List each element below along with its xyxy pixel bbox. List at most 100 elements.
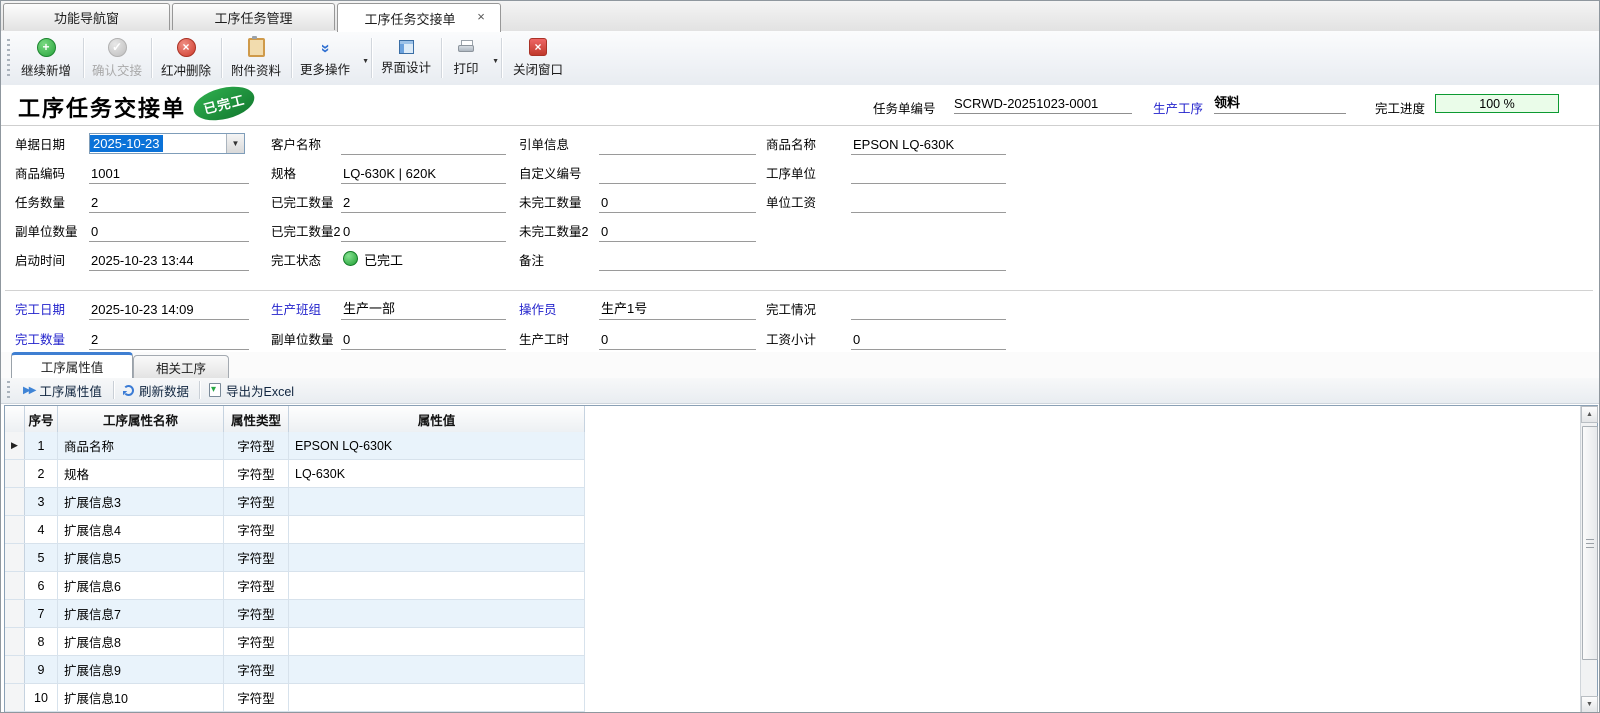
field-value[interactable]: EPSON LQ-630K bbox=[851, 132, 1006, 155]
table-row[interactable]: 5扩展信息5字符型 bbox=[5, 544, 585, 572]
field-value[interactable]: 1001 bbox=[89, 161, 249, 184]
table-cell[interactable]: 字符型 bbox=[224, 656, 289, 683]
table-cell[interactable]: LQ-630K bbox=[289, 460, 585, 487]
field-value[interactable]: 0 bbox=[341, 219, 506, 242]
table-cell[interactable]: 字符型 bbox=[224, 432, 289, 459]
column-header-value[interactable]: 属性值 bbox=[289, 406, 585, 432]
table-cell[interactable]: 字符型 bbox=[224, 488, 289, 515]
table-cell[interactable] bbox=[289, 656, 585, 683]
tab-process-attributes[interactable]: 工序属性值 bbox=[11, 352, 133, 378]
table-cell[interactable]: 扩展信息4 bbox=[58, 516, 224, 543]
table-row[interactable]: 4扩展信息4字符型 bbox=[5, 516, 585, 544]
toolbar-grip[interactable] bbox=[7, 39, 10, 77]
field-value[interactable]: 生产一部 bbox=[341, 297, 506, 320]
table-row[interactable]: 9扩展信息9字符型 bbox=[5, 656, 585, 684]
field-value[interactable]: 2 bbox=[341, 190, 506, 213]
table-cell[interactable]: 字符型 bbox=[224, 516, 289, 543]
process-field[interactable]: 领料 bbox=[1214, 93, 1346, 114]
field-value[interactable]: 2025-10-23 13:44 bbox=[89, 248, 249, 271]
field-link-label[interactable]: 完工日期 bbox=[15, 299, 89, 318]
field-value[interactable]: LQ-630K | 620K bbox=[341, 161, 506, 184]
field-value[interactable] bbox=[851, 190, 1006, 213]
table-row[interactable]: ▶1商品名称字符型EPSON LQ-630K bbox=[5, 432, 585, 460]
field-link-label[interactable]: 操作员 bbox=[519, 299, 599, 318]
table-cell[interactable]: 7 bbox=[25, 600, 58, 627]
table-cell[interactable] bbox=[289, 600, 585, 627]
field-value[interactable]: 2025-10-23 14:09 bbox=[89, 297, 249, 320]
close-window-button[interactable]: × 关闭窗口 bbox=[505, 34, 571, 82]
table-cell[interactable]: 9 bbox=[25, 656, 58, 683]
table-cell[interactable]: 5 bbox=[25, 544, 58, 571]
red-delete-button[interactable]: × 红冲删除 bbox=[153, 34, 219, 82]
tab-task-management[interactable]: 工序任务管理 bbox=[172, 3, 335, 30]
table-cell[interactable]: 10 bbox=[25, 684, 58, 711]
close-icon[interactable]: × bbox=[474, 10, 488, 24]
confirm-handover-button[interactable]: ✓ 确认交接 bbox=[85, 34, 149, 82]
table-cell[interactable] bbox=[289, 684, 585, 711]
table-cell[interactable]: 字符型 bbox=[224, 684, 289, 711]
table-cell[interactable]: 字符型 bbox=[224, 600, 289, 627]
table-row[interactable]: 3扩展信息3字符型 bbox=[5, 488, 585, 516]
vertical-scrollbar[interactable]: ▲ ▼ bbox=[1580, 406, 1597, 713]
field-value[interactable]: 2 bbox=[89, 327, 249, 350]
table-row[interactable]: 7扩展信息7字符型 bbox=[5, 600, 585, 628]
table-cell[interactable]: 3 bbox=[25, 488, 58, 515]
table-cell[interactable]: 扩展信息9 bbox=[58, 656, 224, 683]
more-actions-button[interactable]: » 更多操作 ▼ bbox=[293, 34, 357, 82]
tab-related-processes[interactable]: 相关工序 bbox=[133, 355, 229, 378]
table-cell[interactable]: 扩展信息5 bbox=[58, 544, 224, 571]
print-button[interactable]: 打印 ▼ bbox=[445, 34, 487, 82]
process-link[interactable]: 生产工序 bbox=[1153, 98, 1203, 117]
column-header-type[interactable]: 属性类型 bbox=[224, 406, 289, 432]
table-row[interactable]: 6扩展信息6字符型 bbox=[5, 572, 585, 600]
tab-task-handover[interactable]: 工序任务交接单 × bbox=[337, 3, 501, 32]
table-cell[interactable]: 扩展信息6 bbox=[58, 572, 224, 599]
field-value[interactable] bbox=[341, 132, 506, 155]
field-value[interactable]: 0 bbox=[851, 327, 1006, 350]
table-row[interactable]: 2规格字符型LQ-630K bbox=[5, 460, 585, 488]
refresh-data-button[interactable]: 刷新数据 bbox=[123, 380, 189, 400]
table-cell[interactable]: 2 bbox=[25, 460, 58, 487]
table-cell[interactable]: 扩展信息3 bbox=[58, 488, 224, 515]
table-row[interactable]: 8扩展信息8字符型 bbox=[5, 628, 585, 656]
combo-caret-button[interactable]: ▼ bbox=[226, 134, 244, 153]
table-cell[interactable]: 规格 bbox=[58, 460, 224, 487]
table-cell[interactable]: 字符型 bbox=[224, 628, 289, 655]
dropdown-caret-icon[interactable]: ▼ bbox=[362, 58, 369, 65]
field-value[interactable]: 生产1号 bbox=[599, 297, 756, 320]
table-cell[interactable] bbox=[289, 572, 585, 599]
table-cell[interactable]: 8 bbox=[25, 628, 58, 655]
table-cell[interactable] bbox=[289, 544, 585, 571]
ui-design-button[interactable]: 界面设计 bbox=[375, 34, 437, 82]
table-cell[interactable] bbox=[289, 488, 585, 515]
process-attributes-button[interactable]: ▶▶ 工序属性值 bbox=[23, 380, 102, 400]
scrollbar-thumb[interactable] bbox=[1582, 426, 1598, 660]
table-cell[interactable]: 1 bbox=[25, 432, 58, 459]
table-cell[interactable]: 商品名称 bbox=[58, 432, 224, 459]
toolbar-grip[interactable] bbox=[7, 381, 10, 399]
table-cell[interactable]: 4 bbox=[25, 516, 58, 543]
field-link-label[interactable]: 生产班组 bbox=[271, 299, 341, 318]
dropdown-caret-icon[interactable]: ▼ bbox=[492, 58, 499, 65]
scroll-down-button[interactable]: ▼ bbox=[1581, 696, 1598, 713]
field-value[interactable]: 2 bbox=[89, 190, 249, 213]
field-value[interactable]: 0 bbox=[599, 190, 756, 213]
table-cell[interactable] bbox=[289, 516, 585, 543]
field-link-label[interactable]: 完工数量 bbox=[15, 329, 89, 348]
table-cell[interactable]: EPSON LQ-630K bbox=[289, 432, 585, 459]
export-excel-button[interactable]: 导出为Excel bbox=[209, 380, 294, 400]
field-value[interactable]: 0 bbox=[599, 327, 756, 350]
column-header-name[interactable]: 工序属性名称 bbox=[58, 406, 224, 432]
table-cell[interactable]: 字符型 bbox=[224, 460, 289, 487]
table-cell[interactable]: 扩展信息8 bbox=[58, 628, 224, 655]
continue-add-button[interactable]: + 继续新增 bbox=[13, 34, 79, 82]
date-combo[interactable]: 2025-10-23 ▼ bbox=[89, 133, 245, 154]
field-value[interactable]: 0 bbox=[341, 327, 506, 350]
field-value[interactable] bbox=[851, 161, 1006, 184]
column-header-no[interactable]: 序号 bbox=[25, 406, 58, 432]
table-cell[interactable]: 字符型 bbox=[224, 544, 289, 571]
task-no-field[interactable]: SCRWD-20251023-0001 bbox=[954, 93, 1132, 114]
table-cell[interactable]: 扩展信息10 bbox=[58, 684, 224, 711]
field-value[interactable] bbox=[599, 248, 1006, 271]
field-value[interactable]: 0 bbox=[599, 219, 756, 242]
